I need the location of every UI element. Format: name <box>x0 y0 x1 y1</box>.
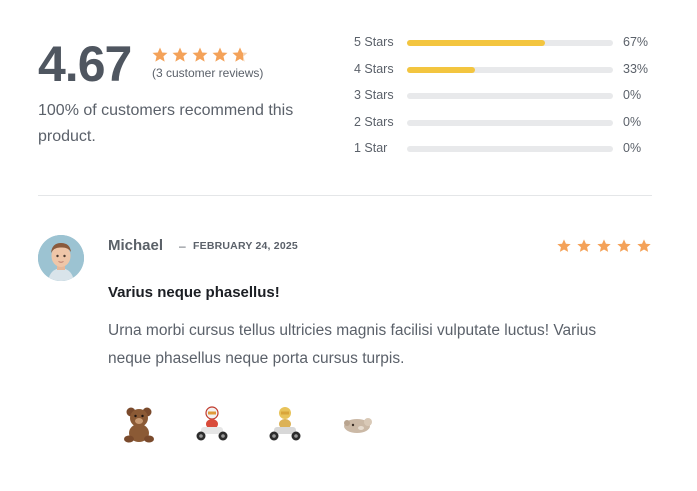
histogram-percent: 33% <box>623 62 649 76</box>
review-title: Varius neque phasellus! <box>108 284 280 301</box>
histogram-bar-track <box>407 67 613 73</box>
review-image-gallery <box>120 404 377 444</box>
star-icon <box>212 47 228 62</box>
histogram-row-5[interactable]: 5 Stars 67% <box>354 34 654 50</box>
review-item: Michael – FEBRUARY 24, 2025 Varius neque… <box>38 234 652 464</box>
histogram-bar-track <box>407 93 613 99</box>
avatar-portrait-icon <box>38 235 84 281</box>
histogram-row-2[interactable]: 2 Stars 0% <box>354 114 654 130</box>
histogram-label: 1 Star <box>354 141 388 155</box>
star-icon <box>172 47 188 62</box>
section-divider <box>38 195 652 196</box>
histogram-bar-fill <box>407 40 546 46</box>
avatar <box>38 235 84 281</box>
histogram-percent: 0% <box>623 141 642 155</box>
histogram-percent: 67% <box>623 35 649 49</box>
star-half-icon <box>232 47 248 62</box>
histogram-bar-track <box>407 120 613 126</box>
review-author: Michael <box>108 237 164 254</box>
histogram-label: 4 Stars <box>354 62 394 76</box>
star-icon <box>152 47 168 62</box>
histogram-row-1[interactable]: 1 Star 0% <box>354 140 654 156</box>
review-body: Urna morbi cursus tellus ultricies magni… <box>108 322 597 367</box>
review-rating-stars <box>556 238 652 254</box>
histogram-percent: 0% <box>623 88 642 102</box>
review-date: FEBRUARY 24, 2025 <box>193 240 298 252</box>
go-kart-toy-icon[interactable] <box>193 404 231 444</box>
star-icon <box>577 239 591 252</box>
teddy-bear-icon[interactable] <box>120 404 158 444</box>
review-count: (3 customer reviews) <box>152 66 264 80</box>
histogram-bar-track <box>407 146 613 152</box>
go-kart-toy-icon[interactable] <box>266 404 304 444</box>
histogram-label: 5 Stars <box>354 35 394 49</box>
histogram-label: 3 Stars <box>354 88 394 102</box>
star-icon <box>617 239 631 252</box>
histogram-bar-fill <box>407 67 475 73</box>
histogram-label: 2 Stars <box>354 115 394 129</box>
star-icon <box>557 239 571 252</box>
author-date-separator: – <box>179 239 186 253</box>
star-icon <box>637 239 651 252</box>
plush-toy-icon[interactable] <box>339 404 377 444</box>
recommend-text: 100% of customers recommend this product… <box>38 102 294 145</box>
histogram-bar-track <box>407 40 613 46</box>
star-icon <box>192 47 208 62</box>
histogram-percent: 0% <box>623 115 642 129</box>
histogram-row-3[interactable]: 3 Stars 0% <box>354 87 654 103</box>
histogram-row-4[interactable]: 4 Stars 33% <box>354 61 654 77</box>
average-rating: 4.67 <box>38 36 132 92</box>
star-icon <box>597 239 611 252</box>
average-rating-stars <box>151 46 249 64</box>
